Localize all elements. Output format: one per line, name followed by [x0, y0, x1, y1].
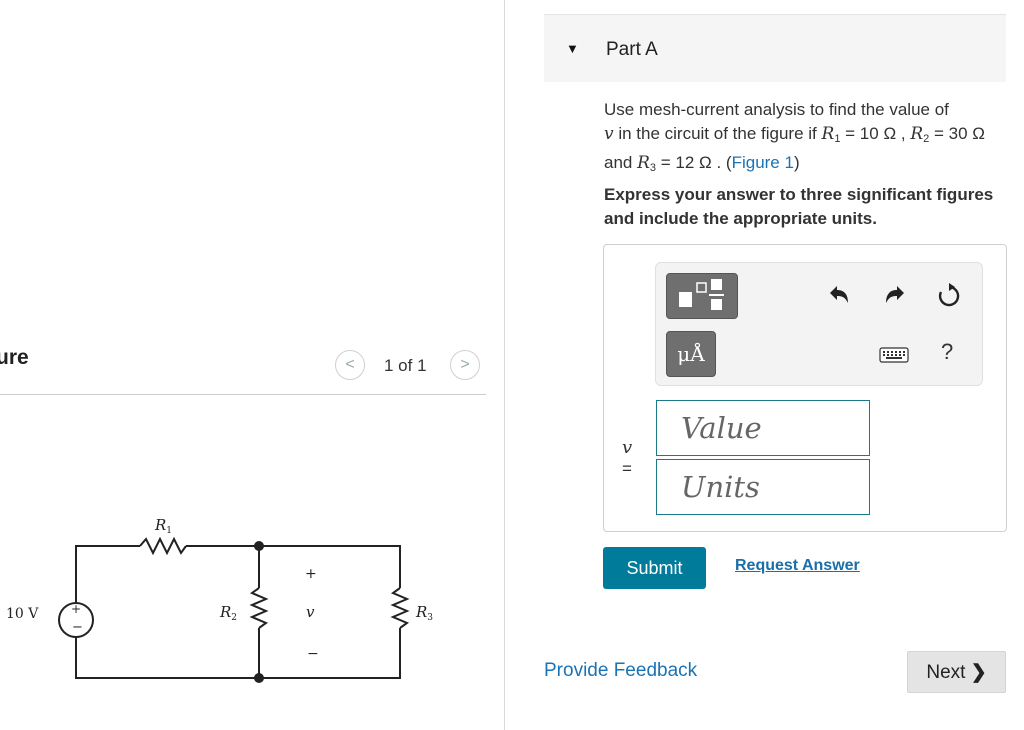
collapse-arrow-icon[interactable]: ▼ [566, 41, 579, 56]
question-text: Use mesh-current analysis to find the va… [604, 100, 985, 174]
part-header[interactable]: ▼ Part A [544, 14, 1006, 82]
svg-text:R2: R2 [219, 603, 237, 623]
node-top [254, 541, 264, 551]
figure-link[interactable]: Figure 1 [732, 153, 794, 172]
v-minus: − [307, 646, 319, 662]
r1-sub: 1 [166, 526, 172, 536]
r3-label: R [415, 603, 427, 621]
next-label: Next [926, 661, 966, 683]
wire-left-top [75, 545, 140, 603]
v-label: v [306, 603, 315, 621]
instruction-text: Express your answer to three significant… [604, 185, 994, 228]
variable-label: v [622, 437, 633, 458]
r2-sub: 2 [231, 613, 237, 623]
figure-panel: ure < 1 of 1 > + − 10 V R1 R2 R3 + v − [0, 0, 504, 730]
resistor-r3 [390, 587, 410, 629]
r3-sub: 3 [427, 613, 433, 623]
keyboard-icon[interactable] [879, 347, 909, 363]
wire-top [186, 545, 401, 588]
redo-icon[interactable] [882, 284, 908, 306]
equals-sign: = [622, 459, 632, 478]
source-label: 10 V [6, 606, 39, 622]
svg-text:R1: R1 [154, 516, 172, 536]
units-button[interactable]: μÅ [666, 331, 716, 377]
resistor-r1 [139, 536, 187, 556]
units-input[interactable] [656, 459, 870, 515]
resistor-r2 [249, 587, 269, 629]
panel-divider [504, 0, 505, 730]
templates-icon [679, 279, 724, 310]
math-toolbar: μÅ ? [655, 262, 983, 386]
request-answer-link[interactable]: Request Answer [735, 557, 860, 575]
next-figure-button[interactable]: > [450, 350, 480, 380]
figure-divider [0, 394, 486, 395]
next-button[interactable]: Next ❯ [907, 651, 1006, 693]
chevron-left-icon: < [345, 356, 355, 373]
part-title: Part A [606, 39, 658, 60]
source-minus: − [72, 620, 83, 635]
source-plus: + [71, 602, 81, 616]
figure-title: ure [0, 346, 29, 369]
reset-icon[interactable] [936, 283, 962, 309]
v-plus: + [305, 566, 317, 582]
circuit-diagram: + − 10 V R1 R2 R3 + v − [6, 516, 433, 683]
help-icon[interactable]: ? [941, 339, 953, 365]
previous-figure-button[interactable]: < [335, 350, 365, 380]
r2-label: R [219, 603, 231, 621]
chevron-right-icon: ❯ [970, 661, 987, 683]
undo-icon[interactable] [826, 284, 852, 306]
svg-text:R3: R3 [415, 603, 433, 623]
answer-box: μÅ ? v = [603, 244, 1007, 532]
wire-right-bottom [75, 628, 401, 679]
value-input[interactable] [656, 400, 870, 456]
figure-counter: 1 of 1 [384, 356, 427, 375]
r1-label: R [154, 516, 166, 534]
submit-button[interactable]: Submit [603, 547, 706, 589]
provide-feedback-link[interactable]: Provide Feedback [544, 660, 697, 682]
templates-button[interactable] [666, 273, 738, 319]
node-bottom [254, 673, 264, 683]
chevron-right-icon: > [460, 356, 470, 373]
